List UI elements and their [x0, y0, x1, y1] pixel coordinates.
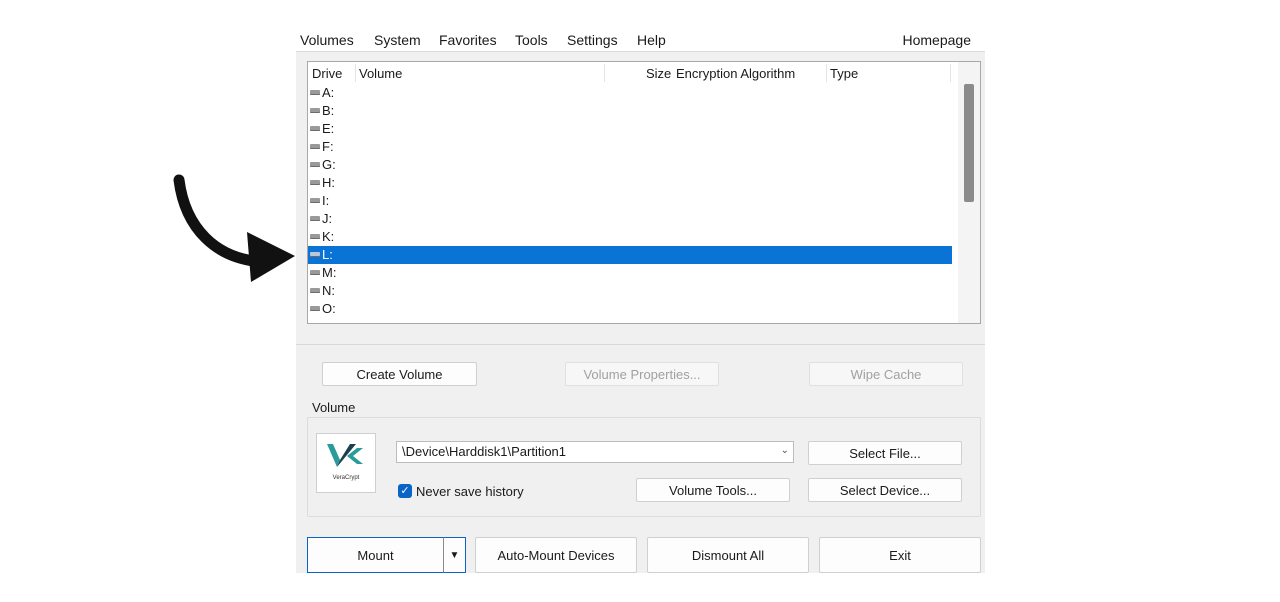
menu-bar: Volumes System Favorites Tools Settings …: [296, 28, 985, 52]
volume-path-value: \Device\Harddisk1\Partition1: [402, 444, 567, 459]
never-save-history-label[interactable]: Never save history: [416, 484, 524, 499]
menu-volumes[interactable]: Volumes: [300, 32, 354, 48]
veracrypt-logo-icon: VeraCrypt: [316, 433, 376, 493]
drive-icon: [310, 306, 320, 312]
column-type[interactable]: Type: [830, 66, 858, 81]
drive-letter: K:: [322, 229, 335, 244]
drive-letter: G:: [322, 157, 336, 172]
column-volume[interactable]: Volume: [359, 66, 402, 81]
select-file-button[interactable]: Select File...: [808, 441, 962, 465]
select-device-button[interactable]: Select Device...: [808, 478, 962, 502]
drive-icon: [310, 162, 320, 168]
drive-icon: [310, 144, 320, 150]
drive-icon: [310, 252, 320, 258]
dismount-all-button[interactable]: Dismount All: [647, 537, 809, 573]
drive-letter: A:: [322, 85, 335, 100]
volume-tools-button[interactable]: Volume Tools...: [636, 478, 790, 502]
volume-properties-button[interactable]: Volume Properties...: [565, 362, 719, 386]
menu-settings[interactable]: Settings: [567, 32, 618, 48]
drive-listbox[interactable]: Drive Volume Size Encryption Algorithm T…: [307, 61, 981, 324]
column-drive[interactable]: Drive: [312, 66, 342, 81]
veracrypt-window: Volumes System Favorites Tools Settings …: [296, 28, 985, 573]
drive-letter: O:: [322, 301, 336, 316]
drive-row-m[interactable]: M:: [308, 264, 958, 282]
column-size[interactable]: Size: [646, 66, 671, 81]
drive-letter: M:: [322, 265, 337, 280]
drive-icon: [310, 108, 320, 114]
controls-panel: Create Volume Volume Properties... Wipe …: [296, 344, 985, 573]
drive-row-h[interactable]: H:: [308, 174, 958, 192]
menu-system[interactable]: System: [374, 32, 421, 48]
curved-arrow-icon: [173, 174, 295, 282]
drive-letter: E:: [322, 121, 335, 136]
scrollbar-thumb[interactable]: [964, 84, 974, 202]
drive-icon: [310, 288, 320, 294]
menu-tools[interactable]: Tools: [515, 32, 548, 48]
volume-groupbox: [307, 417, 981, 517]
drive-icon: [310, 90, 320, 96]
mount-split-button: Mount ▼: [307, 537, 466, 573]
vertical-scrollbar[interactable]: [958, 62, 980, 323]
drive-letter: B:: [322, 103, 335, 118]
drive-row-b[interactable]: B:: [308, 102, 958, 120]
mount-button[interactable]: Mount: [307, 537, 444, 573]
drive-letter: H:: [322, 175, 335, 190]
drive-icon: [310, 270, 320, 276]
wipe-cache-button[interactable]: Wipe Cache: [809, 362, 963, 386]
drive-row-j[interactable]: J:: [308, 210, 958, 228]
exit-button[interactable]: Exit: [819, 537, 981, 573]
mount-dropdown-arrow-icon[interactable]: ▼: [443, 537, 466, 573]
column-separator: [826, 64, 827, 82]
drive-row-e[interactable]: E:: [308, 120, 958, 138]
menu-favorites[interactable]: Favorites: [439, 32, 497, 48]
drive-icon: [310, 234, 320, 240]
column-header: Drive Volume Size Encryption Algorithm T…: [308, 62, 958, 84]
drive-row-k[interactable]: K:: [308, 228, 958, 246]
logo-text: VeraCrypt: [332, 475, 360, 481]
column-separator: [355, 64, 356, 82]
drive-letter: N:: [322, 283, 335, 298]
drive-icon: [310, 126, 320, 132]
auto-mount-devices-button[interactable]: Auto-Mount Devices: [475, 537, 637, 573]
drive-row-a[interactable]: A:: [308, 84, 958, 102]
drive-icon: [310, 216, 320, 222]
drive-letter: L:: [322, 247, 333, 262]
vc-logo-mark: [327, 444, 363, 467]
drive-row-n[interactable]: N:: [308, 282, 958, 300]
drive-list-panel: Drive Volume Size Encryption Algorithm T…: [296, 51, 985, 364]
column-encryption-algorithm[interactable]: Encryption Algorithm: [676, 66, 795, 81]
menu-help[interactable]: Help: [637, 32, 666, 48]
drive-row-f[interactable]: F:: [308, 138, 958, 156]
drive-letter: J:: [322, 211, 333, 226]
drive-rows: A: B: E: F: G: H: I: J: K: L: M: N: O:: [308, 84, 958, 323]
drive-row-partial: [308, 318, 958, 323]
column-separator: [950, 64, 951, 82]
chevron-down-icon[interactable]: ⌄: [781, 445, 789, 456]
drive-icon: [310, 198, 320, 204]
drive-row-o[interactable]: O:: [308, 300, 958, 318]
drive-icon: [310, 180, 320, 186]
drive-row-i[interactable]: I:: [308, 192, 958, 210]
drive-letter: F:: [322, 139, 334, 154]
create-volume-button[interactable]: Create Volume: [322, 362, 477, 386]
drive-row-l-selected[interactable]: L:: [308, 246, 952, 264]
drive-letter: I:: [322, 193, 330, 208]
volume-path-combobox[interactable]: \Device\Harddisk1\Partition1 ⌄: [396, 441, 794, 463]
column-separator: [604, 64, 605, 82]
drive-row-g[interactable]: G:: [308, 156, 958, 174]
volume-group-label: Volume: [312, 400, 356, 415]
never-save-history-checkbox[interactable]: ✓: [398, 484, 412, 498]
menu-homepage[interactable]: Homepage: [903, 32, 972, 48]
